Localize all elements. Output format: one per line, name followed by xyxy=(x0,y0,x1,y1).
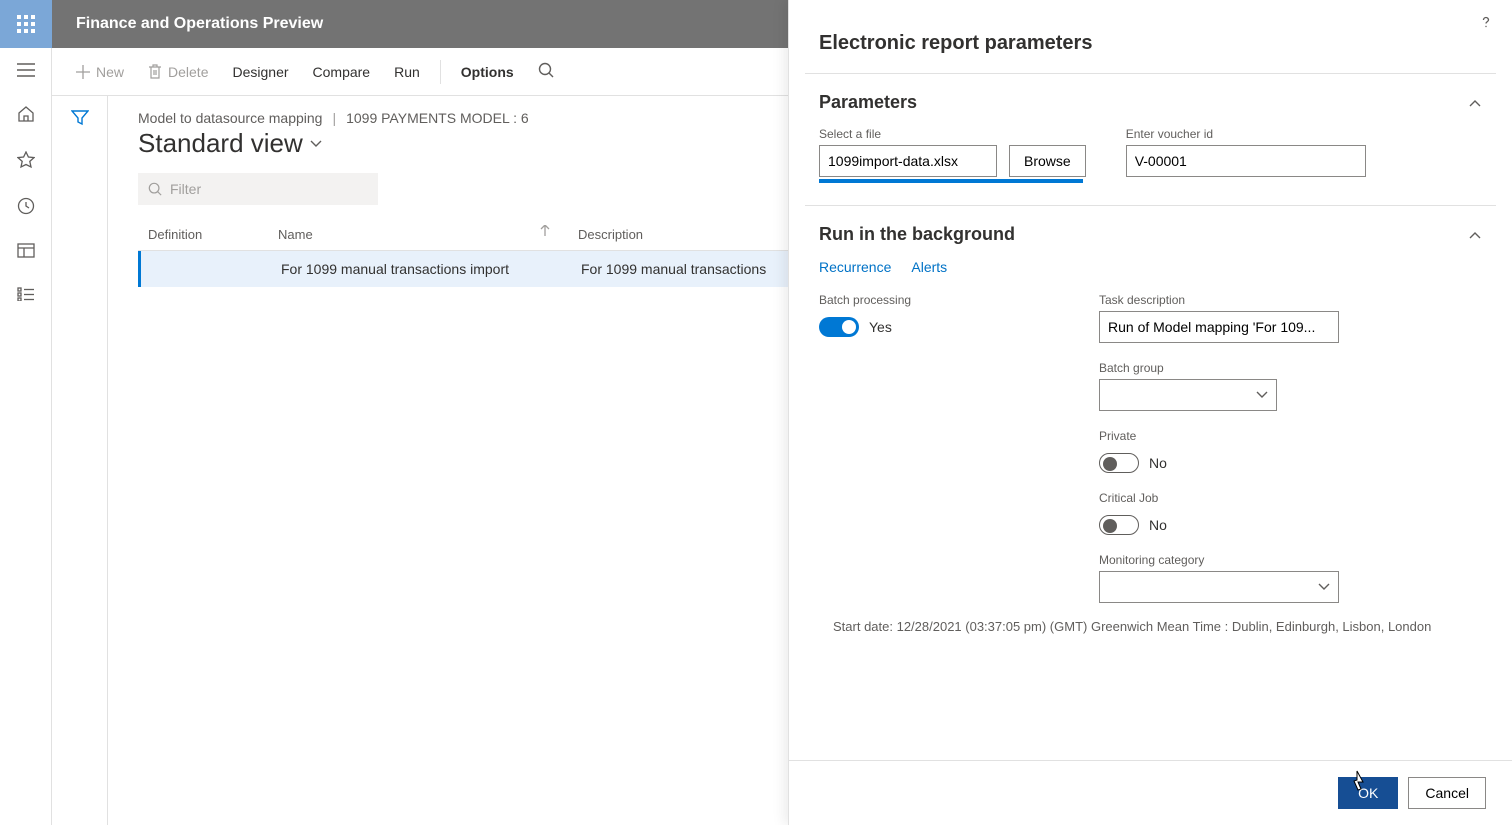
view-title-label: Standard view xyxy=(138,128,303,159)
search-icon xyxy=(148,182,162,196)
app-title: Finance and Operations Preview xyxy=(52,15,323,33)
hamburger-icon[interactable] xyxy=(17,63,35,77)
designer-button[interactable]: Designer xyxy=(222,58,298,86)
action-separator xyxy=(440,60,441,84)
batch-processing-state: Yes xyxy=(869,319,892,335)
nav-rail xyxy=(0,48,52,825)
new-button[interactable]: New xyxy=(66,58,134,86)
sort-ascending-icon xyxy=(540,225,550,237)
filter-column xyxy=(52,96,108,825)
modules-icon[interactable] xyxy=(17,287,35,301)
task-description-input[interactable] xyxy=(1099,311,1339,343)
delete-button[interactable]: Delete xyxy=(138,58,218,86)
recurrence-link[interactable]: Recurrence xyxy=(819,259,891,275)
help-icon[interactable] xyxy=(1478,14,1494,30)
batch-group-select[interactable] xyxy=(1099,379,1277,411)
monitoring-category-label: Monitoring category xyxy=(1099,553,1482,567)
trash-icon xyxy=(148,64,162,79)
breadcrumb-item: 1099 PAYMENTS MODEL : 6 xyxy=(346,110,529,126)
select-file-label: Select a file xyxy=(819,127,1086,141)
cancel-button[interactable]: Cancel xyxy=(1408,777,1486,809)
browse-button[interactable]: Browse xyxy=(1009,145,1086,177)
compare-button[interactable]: Compare xyxy=(303,58,381,86)
section-parameters-title: Parameters xyxy=(819,92,917,113)
chevron-down-icon xyxy=(1256,391,1268,399)
chevron-down-icon xyxy=(1318,583,1330,591)
batch-group-label: Batch group xyxy=(1099,361,1482,375)
filter-input[interactable]: Filter xyxy=(138,173,378,205)
chevron-down-icon xyxy=(309,139,323,149)
clock-icon[interactable] xyxy=(17,197,35,215)
section-background-title: Run in the background xyxy=(819,224,1015,245)
column-header-definition[interactable]: Definition xyxy=(138,219,268,250)
cell-name: For 1099 manual transactions import xyxy=(271,251,571,287)
run-button[interactable]: Run xyxy=(384,58,430,86)
dialog-title: Electronic report parameters xyxy=(789,0,1512,73)
start-date-text: Start date: 12/28/2021 (03:37:05 pm) (GM… xyxy=(819,619,1482,634)
dialog-footer: OK Cancel xyxy=(789,760,1512,825)
critical-job-state: No xyxy=(1149,517,1167,533)
star-icon[interactable] xyxy=(17,151,35,169)
chevron-up-icon[interactable] xyxy=(1468,98,1482,108)
batch-processing-label: Batch processing xyxy=(819,293,1049,307)
funnel-icon[interactable] xyxy=(71,110,89,825)
delete-label: Delete xyxy=(168,64,208,80)
options-label: Options xyxy=(461,64,514,80)
batch-processing-toggle[interactable] xyxy=(819,317,859,337)
dialog-panel: Electronic report parameters Parameters … xyxy=(788,0,1512,825)
filter-placeholder: Filter xyxy=(170,181,201,197)
private-state: No xyxy=(1149,455,1167,471)
designer-label: Designer xyxy=(232,64,288,80)
section-background: Run in the background Recurrence Alerts … xyxy=(805,205,1496,656)
app-launcher-button[interactable] xyxy=(0,0,52,48)
upload-progress-bar xyxy=(819,179,1083,183)
chevron-up-icon[interactable] xyxy=(1468,230,1482,240)
critical-job-label: Critical Job xyxy=(1099,491,1482,505)
compare-label: Compare xyxy=(313,64,371,80)
monitoring-category-select[interactable] xyxy=(1099,571,1339,603)
options-button[interactable]: Options xyxy=(451,58,524,86)
search-icon xyxy=(538,62,554,78)
file-input[interactable] xyxy=(819,145,997,177)
column-header-name-label: Name xyxy=(278,227,313,242)
workspace-icon[interactable] xyxy=(17,243,35,259)
cell-definition xyxy=(141,251,271,287)
column-header-name[interactable]: Name xyxy=(268,219,568,250)
run-label: Run xyxy=(394,64,420,80)
private-label: Private xyxy=(1099,429,1482,443)
voucher-label: Enter voucher id xyxy=(1126,127,1366,141)
section-parameters: Parameters Select a file Browse xyxy=(805,73,1496,205)
new-label: New xyxy=(96,64,124,80)
plus-icon xyxy=(76,65,90,79)
waffle-icon xyxy=(17,15,35,33)
breadcrumb-item[interactable]: Model to datasource mapping xyxy=(138,110,322,126)
ok-button[interactable]: OK xyxy=(1338,777,1398,809)
breadcrumb-separator: | xyxy=(332,110,336,126)
task-description-label: Task description xyxy=(1099,293,1482,307)
private-toggle[interactable] xyxy=(1099,453,1139,473)
alerts-link[interactable]: Alerts xyxy=(911,259,947,275)
voucher-input[interactable] xyxy=(1126,145,1366,177)
page-search-button[interactable] xyxy=(528,56,564,87)
home-icon[interactable] xyxy=(17,105,35,123)
critical-job-toggle[interactable] xyxy=(1099,515,1139,535)
